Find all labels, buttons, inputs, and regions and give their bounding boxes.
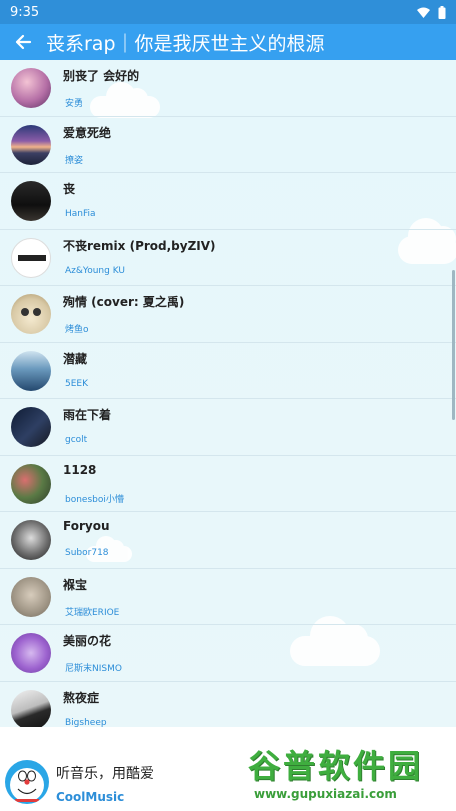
- doraemon-logo: [5, 760, 49, 804]
- song-title: 殉情 (cover: 夏之禹): [63, 295, 185, 309]
- song-cover: [11, 68, 51, 108]
- app-name: CoolMusic: [56, 790, 125, 804]
- song-row[interactable]: 潜藏 5EEK: [0, 343, 456, 399]
- status-bar: 9:35: [0, 0, 456, 24]
- song-artist: 尼斯末NISMO: [65, 664, 122, 674]
- song-cover: [11, 407, 51, 447]
- watermark-url: www.gupuxiazai.com: [254, 787, 397, 801]
- status-icons: [417, 5, 446, 19]
- song-artist: gcolt: [65, 435, 88, 445]
- watermark-chinese: 谷普软件园: [248, 747, 424, 785]
- status-time: 9:35: [10, 4, 40, 20]
- page-title: 丧系rap｜你是我厌世主义的根源: [46, 32, 325, 55]
- song-artist: Subor718: [65, 548, 109, 558]
- site-watermark: 谷普软件园 www.gupuxiazai.com: [240, 741, 454, 809]
- song-title: 美丽の花: [63, 634, 112, 648]
- song-list[interactable]: 别丧了 会好的 安勇 爱意死绝 撩姿 丧 HanFia 不丧remix (Pro…: [0, 60, 456, 727]
- song-cover: [11, 633, 51, 673]
- song-artist: 艾瑞欧ERIOE: [65, 607, 120, 618]
- song-title: 1128: [63, 462, 97, 477]
- song-row[interactable]: 爱意死绝 撩姿: [0, 117, 456, 173]
- song-row[interactable]: 殉情 (cover: 夏之禹) 烤鱼o: [0, 286, 456, 343]
- song-cover: [11, 463, 51, 504]
- song-row[interactable]: 不丧remix (Prod,byZIV) Az&Young KU: [0, 230, 456, 286]
- song-cover: [11, 294, 51, 334]
- bottom-banner: 听音乐，用酷爱 CoolMusic 谷普软件园 www.gupuxiazai.c…: [0, 727, 456, 811]
- list-scrollbar[interactable]: [452, 270, 455, 420]
- song-title: 爱意死绝: [63, 125, 112, 140]
- arrow-left-icon: [15, 34, 32, 50]
- back-button[interactable]: [0, 24, 46, 60]
- song-row[interactable]: 1128 bonesboi小懵: [0, 456, 456, 512]
- song-cover: [11, 576, 51, 617]
- song-title: 褓宝: [63, 577, 88, 592]
- wifi-icon: [417, 7, 430, 18]
- song-cover: [11, 237, 51, 278]
- song-artist: Bigsheep: [65, 717, 107, 728]
- app-bar: 丧系rap｜你是我厌世主义的根源: [0, 24, 456, 60]
- song-title: 丧: [63, 182, 76, 196]
- song-row[interactable]: Foryou Subor718: [0, 512, 456, 569]
- song-row[interactable]: 褓宝 艾瑞欧ERIOE: [0, 569, 456, 625]
- song-artist: Az&Young KU: [65, 265, 125, 276]
- song-row[interactable]: 丧 HanFia: [0, 173, 456, 230]
- song-title: 不丧remix (Prod,byZIV): [63, 238, 216, 253]
- song-title: 别丧了 会好的: [63, 69, 140, 83]
- song-title: Foryou: [63, 519, 110, 533]
- song-cover: [11, 124, 51, 165]
- song-row[interactable]: 美丽の花 尼斯末NISMO: [0, 625, 456, 682]
- song-artist: HanFia: [65, 209, 96, 219]
- song-title: 熬夜症: [63, 690, 100, 705]
- app-slogan: 听音乐，用酷爱: [56, 766, 154, 782]
- song-cover: [11, 350, 51, 391]
- song-artist: 撩姿: [65, 155, 84, 166]
- song-row[interactable]: 雨在下着 gcolt: [0, 399, 456, 456]
- song-cover: [11, 689, 51, 727]
- song-artist: bonesboi小懵: [65, 494, 124, 505]
- song-row[interactable]: 熬夜症 Bigsheep: [0, 682, 456, 728]
- song-artist: 安勇: [65, 99, 84, 109]
- song-title: 潜藏: [63, 351, 88, 366]
- song-title: 雨在下着: [63, 408, 112, 422]
- battery-icon: [438, 5, 446, 19]
- song-row[interactable]: 别丧了 会好的 安勇: [0, 60, 456, 117]
- song-cover: [11, 520, 51, 560]
- song-cover: [11, 181, 51, 221]
- song-artist: 5EEK: [65, 378, 89, 389]
- song-artist: 烤鱼o: [65, 325, 89, 335]
